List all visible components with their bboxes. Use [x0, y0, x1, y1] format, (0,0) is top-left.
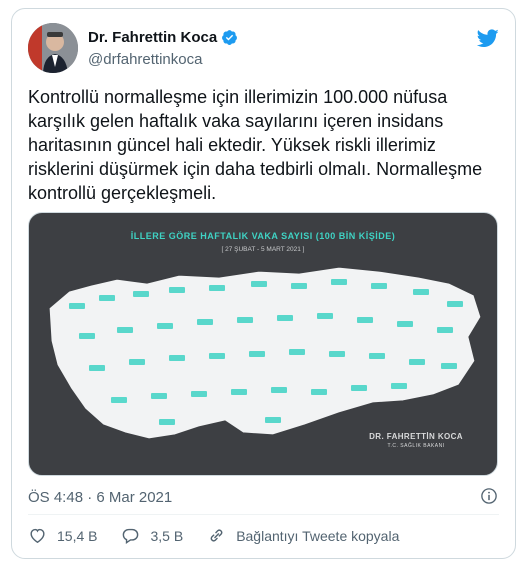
divider [28, 514, 499, 515]
link-icon [210, 529, 223, 542]
tweet-card[interactable]: Dr. Fahrettin Koca @drfahrettinkoca Kont… [11, 8, 516, 559]
reply-bubble-icon [123, 528, 139, 544]
info-icon[interactable] [480, 487, 498, 505]
reply-count: 3,5 B [150, 527, 184, 544]
like-count: 15,4 B [57, 527, 98, 544]
twitter-logo-icon[interactable] [477, 29, 499, 48]
avatar-photo [28, 23, 78, 73]
avatar[interactable] [28, 23, 78, 73]
author-handle[interactable]: @drfahrettinkoca [88, 51, 202, 68]
reply-button[interactable]: 3,5 B [121, 526, 183, 545]
map-signature-title: T.C. SAĞLIK BAKANI [387, 443, 445, 449]
copy-link-label: Bağlantıyı Tweete kopyala [236, 527, 400, 544]
tweet-media-image[interactable]: İLLERE GÖRE HAFTALIK VAKA SAYISI (100 Bİ… [28, 212, 498, 476]
tweet-timestamp[interactable]: ÖS 4:48 · 6 Mar 2021 [28, 489, 172, 506]
map-signature: DR. FAHRETTİN KOCA T.C. SAĞLIK BAKANI [369, 432, 463, 449]
tweet-actions: 15,4 B 3,5 B Bağlantıyı Tweete kopyala [28, 526, 423, 545]
map-signature-name: DR. FAHRETTİN KOCA [369, 432, 463, 441]
author-name[interactable]: Dr. Fahrettin Koca [88, 29, 217, 46]
verified-badge-icon [222, 30, 238, 45]
heart-icon [30, 528, 45, 544]
tweet-text: Kontrollü normalleşme için illerimizin 1… [28, 87, 483, 203]
copy-link-button[interactable]: Bağlantıyı Tweete kopyala [207, 526, 399, 545]
like-button[interactable]: 15,4 B [28, 526, 97, 545]
